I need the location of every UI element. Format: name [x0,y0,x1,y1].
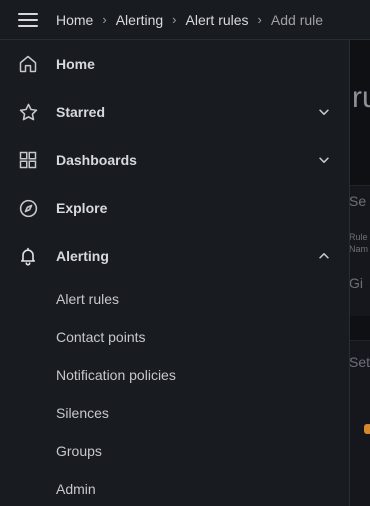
background-warning-icon [364,424,370,434]
sidebar-item-label: Home [56,56,95,72]
breadcrumb: Home › Alerting › Alert rules › Add rule [56,12,323,28]
sidebar-subitem-silences[interactable]: Silences [56,405,109,421]
sidebar-item-label: Starred [56,104,106,120]
breadcrumb-home[interactable]: Home [56,12,93,28]
sidebar-subitem-groups[interactable]: Groups [56,443,102,459]
sidebar-item-dashboards[interactable]: Dashboards [0,140,349,180]
sidebar-subitem-notification-policies[interactable]: Notification policies [56,367,176,383]
breadcrumb-separator-icon: › [102,12,107,27]
breadcrumb-alerting[interactable]: Alerting [116,12,163,28]
breadcrumb-separator-icon: › [257,12,262,27]
sidebar-item-starred[interactable]: Starred [0,92,349,132]
chevron-down-icon[interactable] [316,152,332,168]
menu-toggle-icon[interactable] [18,12,38,27]
breadcrumb-current: Add rule [270,11,324,28]
chevron-up-icon[interactable] [316,248,332,264]
app-window: ru Se Rule Nam Gi Set Home › Alerting › … [0,0,370,506]
background-field-text: Gi [349,275,363,291]
sidebar: Home Starred Dashboards Explore Alerting… [0,40,350,506]
chevron-down-icon[interactable] [316,104,332,120]
breadcrumb-separator-icon: › [172,12,177,27]
top-bar: Home › Alerting › Alert rules › Add rule [0,0,370,40]
bell-icon [17,245,39,267]
sidebar-item-alerting[interactable]: Alerting [0,236,349,276]
background-section-heading-2: Set [349,354,370,370]
star-icon [17,101,39,123]
sidebar-item-label: Alerting [56,248,109,264]
background-section-heading: Se [349,193,367,209]
background-rule-label: Rule [349,232,368,242]
background-name-label: Nam [349,244,369,254]
sidebar-subitem-admin[interactable]: Admin [56,481,96,497]
background-page-title: ru [352,81,370,114]
home-icon [17,53,39,75]
dashboards-grid-icon [17,149,39,171]
sidebar-item-explore[interactable]: Explore [0,188,349,228]
sidebar-subitem-alert-rules[interactable]: Alert rules [56,291,119,307]
sidebar-item-home[interactable]: Home [0,44,349,84]
compass-icon [17,197,39,219]
sidebar-item-label: Explore [56,200,108,216]
breadcrumb-alert-rules[interactable]: Alert rules [186,12,249,28]
sidebar-item-label: Dashboards [56,152,137,168]
sidebar-subitem-contact-points[interactable]: Contact points [56,329,146,345]
